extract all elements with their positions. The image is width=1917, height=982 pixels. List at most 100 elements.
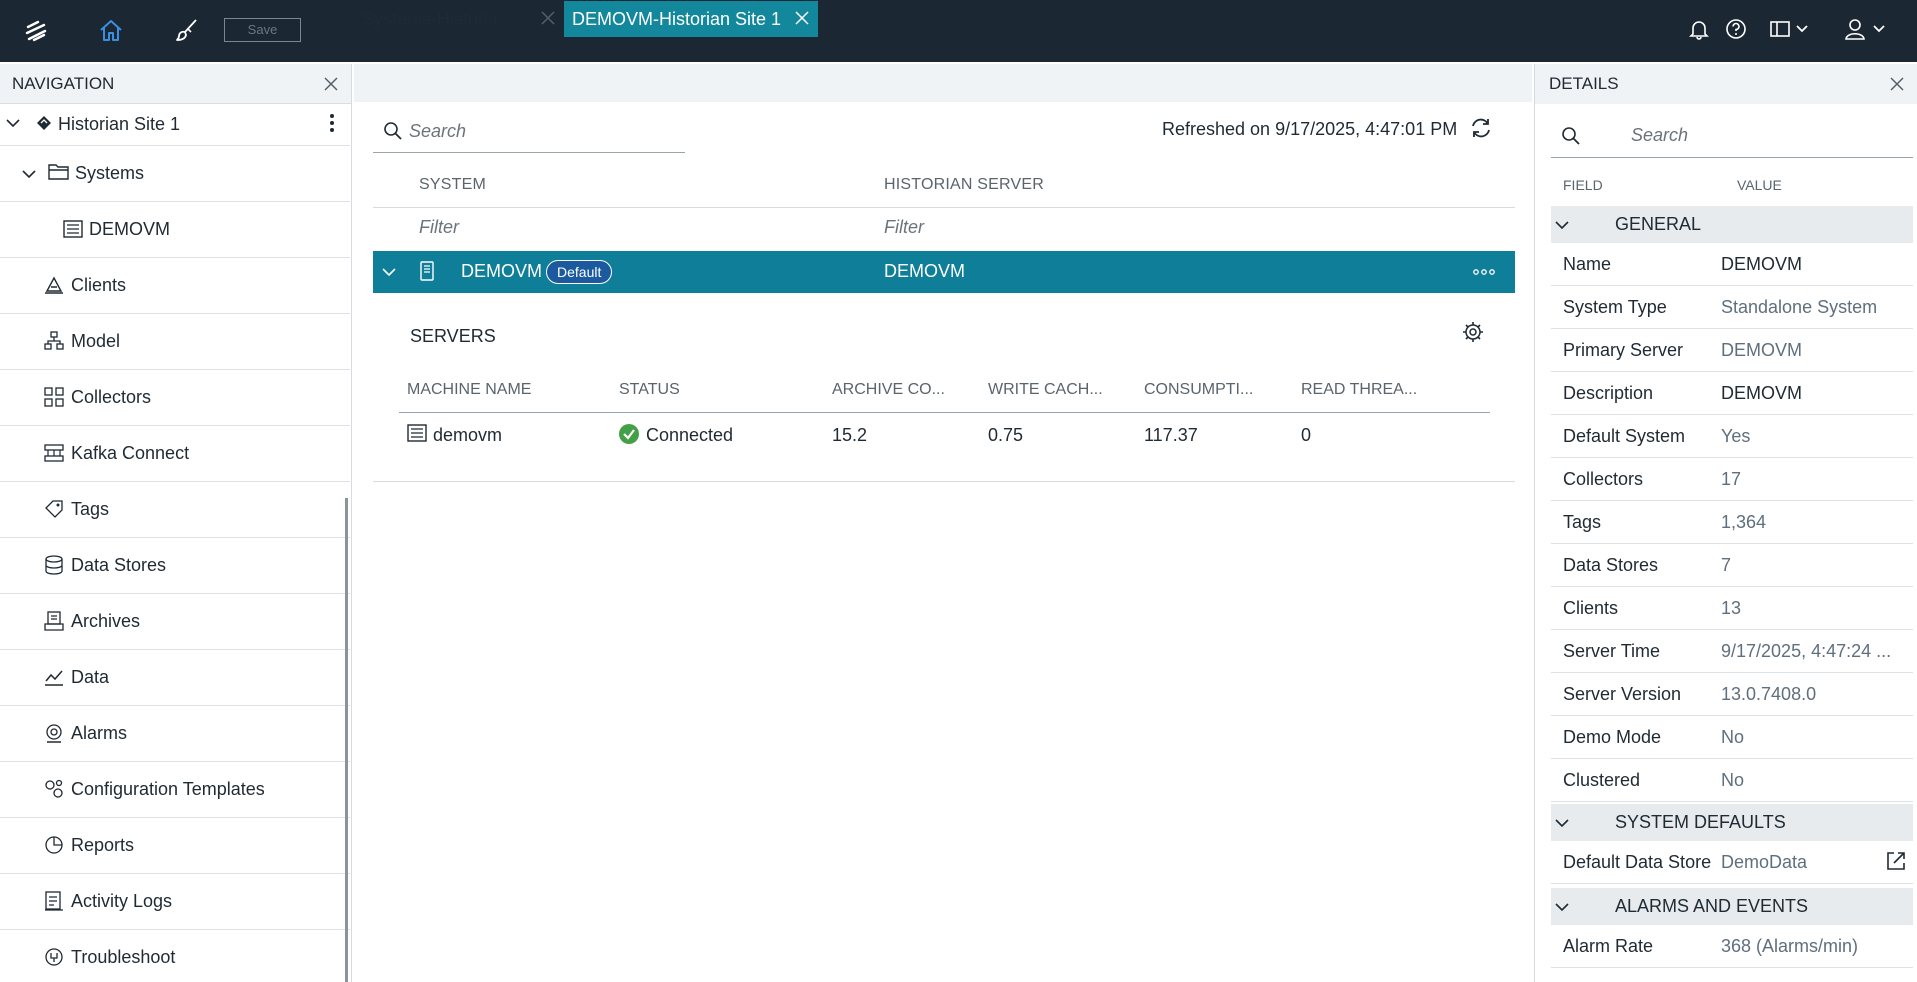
nav-item-label: Data Stores [71,555,167,575]
reports-icon [44,835,64,855]
nav-item-label: Reports [71,835,135,855]
field-label: Clients [1563,598,1619,618]
nav-item-label: Data [71,667,110,687]
nav-item-collectors[interactable]: Collectors [0,370,350,426]
detail-row-clients: Clients 13 [1551,587,1913,630]
nav-item-clients[interactable]: Clients [0,258,350,314]
layout-menu-icon[interactable] [1770,19,1814,39]
tab-bar [354,64,1532,102]
nav-item-reports[interactable]: Reports [0,818,350,874]
close-icon[interactable] [540,10,556,26]
nav-item-label: Kafka Connect [71,443,190,463]
nav-item-troubleshoot[interactable]: Troubleshoot [0,930,350,982]
check-circle-icon [619,424,639,444]
nav-item-activity-logs[interactable]: Activity Logs [0,874,350,930]
field-label: Demo Mode [1563,727,1662,747]
app-logo-icon[interactable] [24,19,48,43]
column-header-write-cache[interactable]: WRITE CACH... [988,381,1103,399]
nav-scrollbar[interactable] [345,498,348,982]
field-value: 13 [1721,598,1742,618]
chevron-down-icon[interactable] [6,116,20,130]
column-header-machine-name[interactable]: MACHINE NAME [407,381,531,399]
detail-row-data-stores: Data Stores 7 [1551,544,1913,587]
more-horizontal-icon[interactable] [1473,269,1495,275]
column-header-archive[interactable]: ARCHIVE CO... [832,381,945,399]
brush-icon[interactable] [174,17,200,43]
field-label: Server Version [1563,684,1682,704]
navigation-panel: NAVIGATION Historian Site 1 Systems DEMO… [0,64,352,982]
tab-systems-historian[interactable]: Systems-Historia... [354,1,564,37]
tab-demovm-historian-site[interactable]: DEMOVM-Historian Site 1 [564,1,818,37]
nav-item-demovm[interactable]: DEMOVM [0,202,350,258]
user-menu-icon[interactable] [1845,17,1891,41]
column-header-consumption[interactable]: CONSUMPTI... [1144,381,1253,399]
tag-icon [44,499,64,519]
section-general[interactable]: GENERAL [1551,206,1913,243]
external-link-icon[interactable] [1885,850,1907,872]
top-bar: Save [0,0,1917,62]
chevron-down-icon[interactable] [1555,816,1569,830]
nav-site-label: Historian Site 1 [58,114,181,134]
search-placeholder[interactable]: Search [1631,125,1688,146]
home-icon[interactable] [98,17,124,43]
nav-item-label: Activity Logs [71,891,173,911]
close-icon[interactable] [1889,76,1905,92]
column-header-read-threads[interactable]: READ THREA... [1301,381,1417,399]
nav-item-archives[interactable]: Archives [0,594,350,650]
details-title: DETAILS [1549,74,1619,93]
detail-row-primary-server: Primary Server DEMOVM [1551,329,1913,372]
nav-item-data-stores[interactable]: Data Stores [0,538,350,594]
nav-item-label: Archives [71,611,141,631]
chevron-down-icon[interactable] [22,167,36,181]
more-vertical-icon[interactable] [329,113,335,133]
server-filter-input[interactable]: Filter [884,217,924,238]
default-badge: Default [546,260,613,284]
column-header-status[interactable]: STATUS [619,381,680,399]
close-icon[interactable] [794,10,810,26]
details-search-field[interactable]: Search [1551,114,1913,158]
help-icon[interactable] [1725,18,1747,40]
server-icon [420,261,434,281]
section-system-defaults[interactable]: SYSTEM DEFAULTS [1551,804,1913,841]
nav-item-data[interactable]: Data [0,650,350,706]
nav-item-label: Configuration Templates [71,779,265,799]
nav-item-kafka-connect[interactable]: Kafka Connect [0,426,350,482]
chevron-down-icon[interactable] [382,265,396,279]
bell-icon[interactable] [1688,18,1710,40]
field-value: No [1721,770,1745,790]
chevron-down-icon[interactable] [1555,218,1569,232]
field-label: Alarm Rate [1563,936,1654,956]
write-cache-cell: 0.75 [988,425,1024,445]
nav-site-row[interactable]: Historian Site 1 [0,104,350,146]
close-icon[interactable] [323,76,339,92]
column-header-system[interactable]: SYSTEM [419,176,486,194]
nav-item-systems[interactable]: Systems [0,146,350,202]
save-button[interactable]: Save [224,18,301,42]
section-alarms-and-events[interactable]: ALARMS AND EVENTS [1551,888,1913,925]
activity-logs-icon [44,891,64,911]
field-value: 1,364 [1721,512,1767,532]
nav-item-tags[interactable]: Tags [0,482,350,538]
column-header-historian-server[interactable]: HISTORIAN SERVER [884,176,1044,194]
search-placeholder[interactable]: Search [409,121,466,142]
detail-row-server-time: Server Time 9/17/2025, 4:47:24 ... [1551,630,1913,673]
settings-gear-icon[interactable] [1462,321,1484,343]
nav-item-configuration-templates[interactable]: Configuration Templates [0,762,350,818]
chart-line-icon [44,667,64,687]
nav-item-model[interactable]: Model [0,314,350,370]
field-value: No [1721,727,1745,747]
nav-item-label: Systems [75,163,145,183]
field-label: Server Time [1563,641,1661,661]
nav-item-alarms[interactable]: Alarms [0,706,350,762]
system-row-selected[interactable]: DEMOVM Default DEMOVM [373,251,1515,293]
folder-icon [48,163,70,181]
nav-item-label: Model [71,331,121,351]
search-field[interactable]: Search [373,110,685,153]
details-header: DETAILS [1535,64,1917,104]
field-label: Tags [1563,512,1602,532]
refresh-icon[interactable] [1469,116,1493,140]
field-label: Default System [1563,426,1686,446]
chevron-down-icon[interactable] [1555,900,1569,914]
nav-item-label: Clients [71,275,127,295]
system-filter-input[interactable]: Filter [419,217,459,238]
